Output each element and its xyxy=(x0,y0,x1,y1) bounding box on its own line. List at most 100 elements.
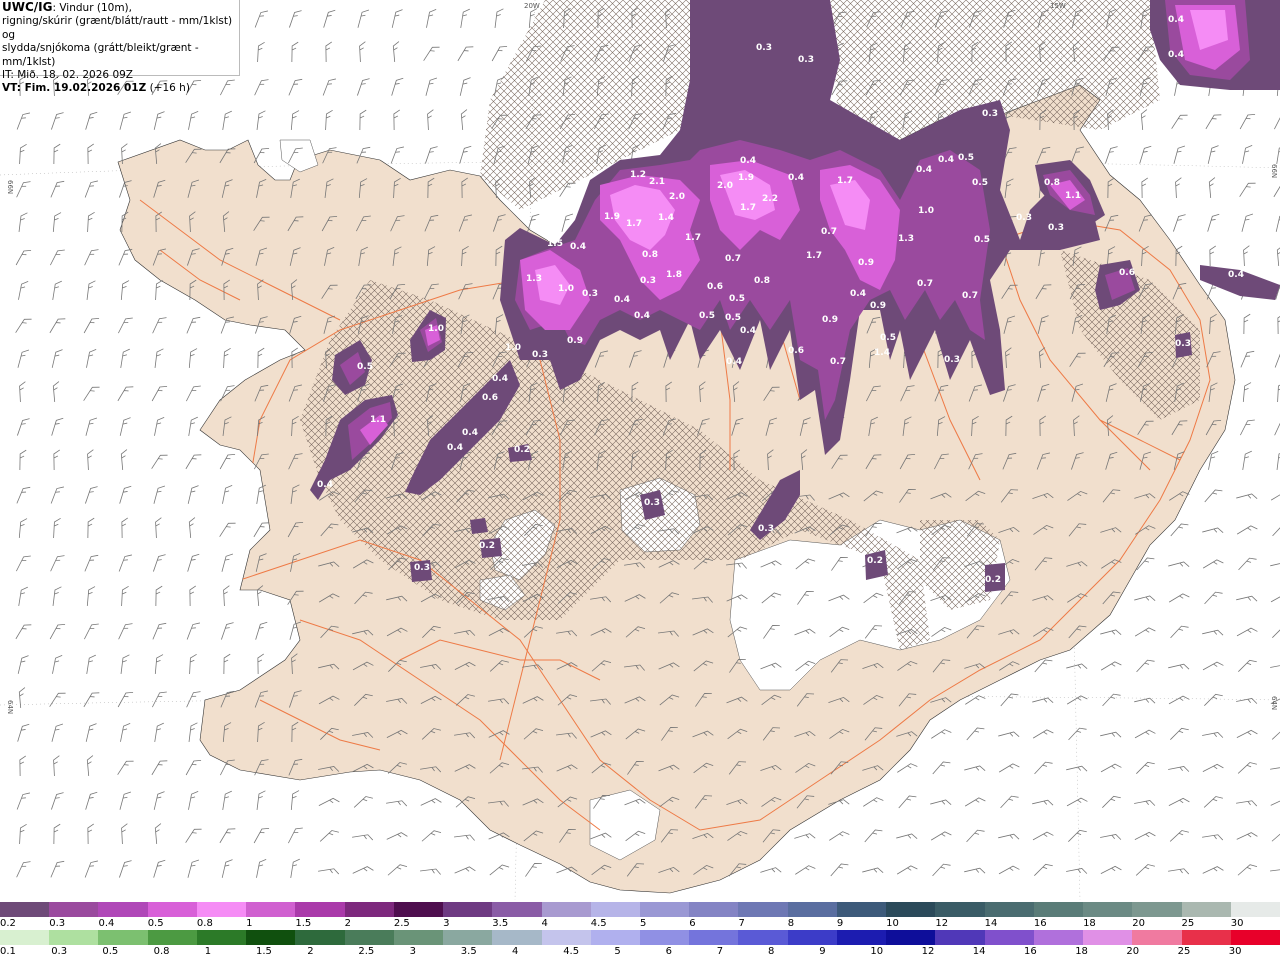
legend-swatch xyxy=(640,930,690,945)
legend-swatch xyxy=(443,902,493,917)
legend-tick: 2 xyxy=(344,918,351,929)
legend-swatch xyxy=(1033,902,1084,917)
precip-label: 1.7 xyxy=(626,219,642,229)
precip-label: 0.3 xyxy=(644,498,660,508)
legend-tick: 9 xyxy=(819,946,826,957)
legend-tick: 20 xyxy=(1132,918,1146,929)
precip-label: 1.0 xyxy=(505,343,521,353)
legend-tick: 16 xyxy=(1033,918,1047,929)
precip-label: 1.8 xyxy=(666,270,682,280)
title-line-3: slydda/snjókoma (grátt/bleikt/grænt - mm… xyxy=(2,42,199,68)
legend-swatch xyxy=(0,902,50,917)
legend-tick: 25 xyxy=(1177,946,1191,957)
precip-label: 0.4 xyxy=(492,374,508,384)
legend-tick: 4.5 xyxy=(590,918,607,929)
legend-tick: 14 xyxy=(972,946,986,957)
precip-label: 0.4 xyxy=(1168,15,1184,25)
precip-label: 0.3 xyxy=(1048,223,1064,233)
precip-label: 0.4 xyxy=(462,428,478,438)
legend-swatch xyxy=(1132,930,1183,945)
map-info-box: UWC/IG: Vindur (10m), rigning/skúrir (gr… xyxy=(0,0,240,94)
legend-tick: 12 xyxy=(935,918,949,929)
legend-tick: 0.8 xyxy=(153,946,170,957)
legend-tick: 30 xyxy=(1228,946,1242,957)
legend-swatch xyxy=(541,902,592,917)
precip-label: 0.3 xyxy=(582,289,598,299)
legend-tick: 0.3 xyxy=(51,946,68,957)
precip-label: 0.3 xyxy=(640,276,656,286)
legend-swatch xyxy=(246,902,296,917)
precip-label: 0.7 xyxy=(821,227,837,237)
precip-label: 0.4 xyxy=(570,242,586,252)
precip-label: 0.3 xyxy=(982,109,998,119)
precip-label: 1.9 xyxy=(738,173,754,183)
precip-label: 1.7 xyxy=(740,203,756,213)
precip-label: 0.9 xyxy=(567,336,583,346)
legend-tick: 4.5 xyxy=(563,946,580,957)
legend-tick: 0.3 xyxy=(49,918,66,929)
precip-label: 0.6 xyxy=(707,282,723,292)
precip-label: 1.2 xyxy=(630,170,646,180)
init-time: IT: Mið. 18. 02. 2026 09Z xyxy=(2,69,133,82)
legend-tick: 14 xyxy=(984,918,998,929)
legend-tick: 0.1 xyxy=(0,946,16,957)
precip-label: 2.1 xyxy=(649,177,665,187)
legend-swatch xyxy=(49,902,99,917)
legend-swatch xyxy=(689,930,739,945)
legend-swatch xyxy=(344,930,395,945)
precip-label: 1.5 xyxy=(547,239,563,249)
precip-label: 0.5 xyxy=(972,178,988,188)
legend-swatch xyxy=(393,902,444,917)
legend-swatch xyxy=(590,930,641,945)
legend-swatch xyxy=(344,902,395,917)
legend-swatch xyxy=(295,930,346,945)
legend-tick: 3.5 xyxy=(460,946,477,957)
precip-label: 0.2 xyxy=(867,556,883,566)
legend-tick: 7 xyxy=(738,918,745,929)
legend-swatch xyxy=(1083,902,1133,917)
precip-label: 0.3 xyxy=(758,524,774,534)
legend-swatch xyxy=(984,930,1035,945)
title-text: : Vindur (10m), xyxy=(52,2,132,14)
precip-label: 0.4 xyxy=(740,326,756,336)
legend-tick: 0.2 xyxy=(0,918,16,929)
legend-swatch xyxy=(393,930,444,945)
precip-label: 0.3 xyxy=(756,43,772,53)
precip-label: 1.7 xyxy=(837,176,853,186)
precip-label: 0.3 xyxy=(532,350,548,360)
legend-swatch xyxy=(836,930,887,945)
legend-tick: 16 xyxy=(1024,946,1037,957)
precip-label: 0.9 xyxy=(822,315,838,325)
precip-label: 0.4 xyxy=(740,156,756,166)
precip-label: 0.4 xyxy=(614,295,630,305)
precip-label: 0.4 xyxy=(788,173,804,183)
precip-label: 0.5 xyxy=(958,153,974,163)
precip-label: 0.2 xyxy=(985,575,1001,585)
legend-swatch xyxy=(0,930,50,945)
legend-tick: 0.4 xyxy=(98,918,115,929)
axis-label-left-66n: 66N xyxy=(6,180,14,194)
legend-tick: 2 xyxy=(307,946,314,957)
title-line-2: rigning/skúrir (grænt/blátt/rautt - mm/1… xyxy=(2,15,233,41)
legend-swatch xyxy=(738,902,789,917)
legend-tick: 6 xyxy=(689,918,696,929)
precip-label: 0.5 xyxy=(974,235,990,245)
legend-tick: 3 xyxy=(443,918,450,929)
legend-tick: 8 xyxy=(787,918,795,929)
precip-label: 0.8 xyxy=(642,250,658,260)
precip-label: 2.0 xyxy=(717,181,733,191)
legend-swatch xyxy=(1230,930,1280,945)
precip-label: 0.3 xyxy=(944,355,960,365)
precip-label: 0.4 xyxy=(447,443,463,453)
legend-tick: 25 xyxy=(1181,918,1195,929)
precip-label: 0.5 xyxy=(729,294,745,304)
precip-label: 0.4 xyxy=(634,311,650,321)
precip-label: 0.7 xyxy=(725,254,741,264)
legend-tick: 0.8 xyxy=(196,918,213,929)
precip-label: 2.2 xyxy=(762,194,778,204)
legend-swatch xyxy=(640,902,690,917)
legend-swatch xyxy=(787,902,838,917)
precip-label: 1.0 xyxy=(918,206,934,216)
legend-tick: 5 xyxy=(640,918,647,929)
precip-label: 0.6 xyxy=(1119,268,1135,278)
